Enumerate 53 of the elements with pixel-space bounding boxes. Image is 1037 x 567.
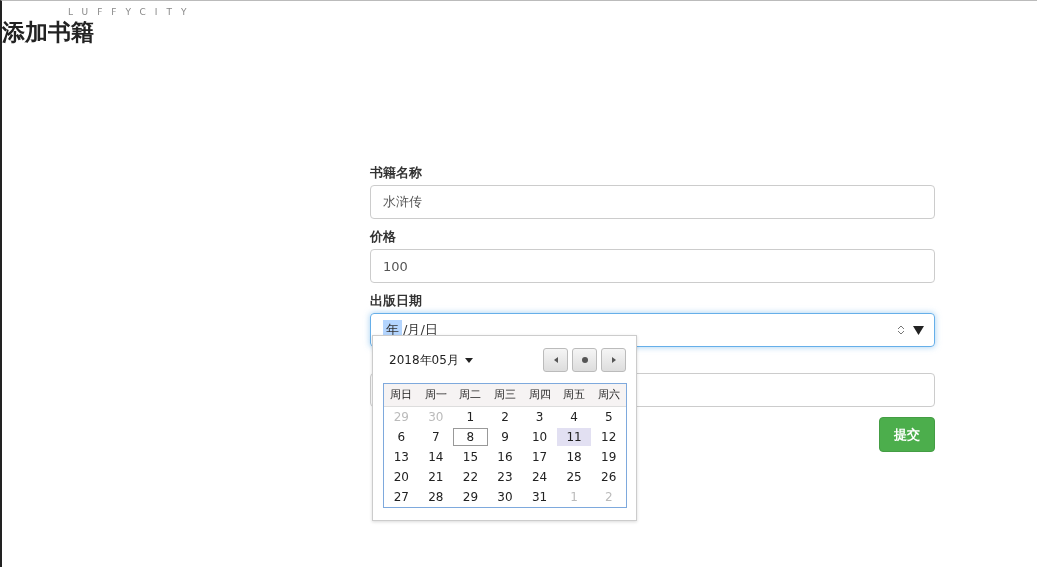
spinner-icon[interactable] xyxy=(897,324,905,336)
calendar-day[interactable]: 15 xyxy=(453,448,488,466)
calendar-day[interactable]: 7 xyxy=(418,428,454,446)
calendar-day[interactable]: 28 xyxy=(418,488,454,506)
calendar-day[interactable]: 1 xyxy=(453,408,488,426)
calendar-day[interactable]: 2 xyxy=(487,408,523,426)
weekday-header: 周四 xyxy=(527,387,552,403)
weekday-header: 周三 xyxy=(493,387,517,403)
page-title: 添加书籍 xyxy=(2,18,95,47)
calendar-day[interactable]: 18 xyxy=(556,448,592,466)
calendar-day[interactable]: 29 xyxy=(453,488,488,506)
calendar-day[interactable]: 4 xyxy=(556,408,592,426)
calendar-day[interactable]: 31 xyxy=(522,488,557,506)
calendar-day[interactable]: 11 xyxy=(556,428,592,446)
calendar-day[interactable]: 13 xyxy=(384,448,419,466)
logo-text: LUFFYCITY xyxy=(67,6,197,17)
month-selector[interactable]: 2018年05月 xyxy=(383,351,479,369)
field-label: 价格 xyxy=(370,229,397,245)
calendar-day[interactable]: 26 xyxy=(591,468,626,486)
calendar-day[interactable]: 22 xyxy=(453,468,488,486)
calendar-day[interactable]: 6 xyxy=(384,428,419,446)
calendar-day[interactable]: 14 xyxy=(418,448,454,466)
calendar-day[interactable]: 5 xyxy=(591,408,626,426)
calendar-day[interactable]: 19 xyxy=(591,448,626,466)
weekday-header: 周五 xyxy=(562,387,587,403)
calendar-day[interactable]: 20 xyxy=(384,468,419,486)
text-field[interactable]: 100 xyxy=(370,249,935,283)
weekday-header: 周二 xyxy=(458,387,483,403)
calendar-day[interactable]: 9 xyxy=(487,428,523,446)
calendar-day[interactable]: 24 xyxy=(522,468,557,486)
right-triangle-icon xyxy=(611,357,616,363)
today-button[interactable] xyxy=(572,348,597,372)
field-label: 出版日期 xyxy=(370,293,423,309)
left-triangle-icon xyxy=(553,357,558,363)
dropdown-triangle-icon[interactable] xyxy=(913,325,924,335)
calendar-day[interactable]: 21 xyxy=(418,468,454,486)
text-field[interactable]: 水浒传 xyxy=(370,185,935,219)
calendar-day[interactable]: 8 xyxy=(453,428,488,446)
caret-icon xyxy=(464,357,473,363)
calendar-day[interactable]: 3 xyxy=(522,408,557,426)
calendar-day[interactable]: 30 xyxy=(487,488,523,506)
calendar-day[interactable]: 10 xyxy=(522,428,557,446)
calendar-day[interactable]: 12 xyxy=(591,428,626,446)
dot-icon xyxy=(581,357,588,363)
calendar-day[interactable]: 27 xyxy=(384,488,419,506)
weekday-header: 周一 xyxy=(423,387,448,403)
calendar-day[interactable]: 16 xyxy=(487,448,523,466)
weekday-header: 周日 xyxy=(389,387,414,403)
calendar-day[interactable]: 23 xyxy=(487,468,523,486)
field-label: 书籍名称 xyxy=(370,165,423,181)
weekday-header: 周六 xyxy=(596,387,621,403)
calendar-day[interactable]: 17 xyxy=(522,448,557,466)
calendar-day[interactable]: 25 xyxy=(556,468,592,486)
